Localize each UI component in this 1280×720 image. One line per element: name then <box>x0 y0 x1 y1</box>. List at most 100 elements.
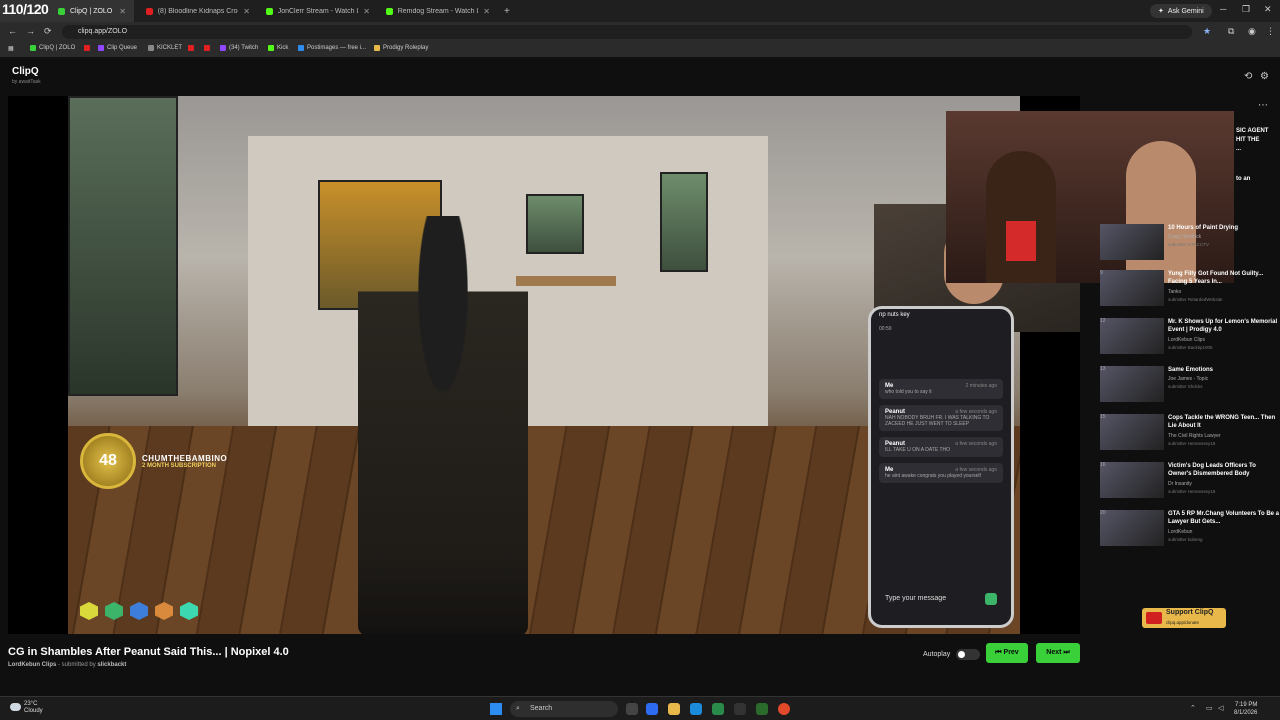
queue-item-channel: Craig Hendrick <box>1168 234 1202 240</box>
phone-spacer <box>871 337 1011 373</box>
tab-jonclerr[interactable]: JonClerr Stream - Watch Live o ✕ <box>258 0 378 22</box>
file-explorer-icon[interactable] <box>668 703 680 715</box>
queue-item[interactable]: 12 Mr. K Shows Up for Lemon's Memorial E… <box>1100 318 1280 358</box>
queue-item[interactable]: 9 Yung Filly Got Found Not Guilty... Fac… <box>1100 270 1280 310</box>
queue-item-title: Cops Tackle the WRONG Teen... Then Lie A… <box>1168 415 1276 429</box>
youtube-icon <box>188 45 194 51</box>
prev-button[interactable]: ⏮ Prev <box>986 643 1028 663</box>
bookmark-youtube[interactable] <box>84 45 90 51</box>
cloud-icon <box>10 703 21 711</box>
queue-item[interactable]: 15 Cops Tackle the WRONG Teen... Then Li… <box>1100 414 1280 454</box>
tab-label: ClipQ | ZOLO <box>70 7 113 15</box>
message-time: a few seconds ago <box>955 441 997 447</box>
tab-label: Remdog Stream - Watch Live o <box>397 7 479 15</box>
player-character <box>358 216 528 634</box>
hunger-icon <box>155 602 173 620</box>
maximize-icon[interactable]: ❐ <box>1242 4 1250 15</box>
twitch-icon <box>98 45 104 51</box>
bookmark-postimages[interactable]: Postimages — free i... <box>298 45 366 51</box>
queue-item[interactable]: 13 Same Emotions Joe James - Topic submi… <box>1100 366 1280 406</box>
youtube-favicon-icon <box>146 7 153 15</box>
bookmark-kick[interactable]: Kick <box>268 45 288 51</box>
video-channel-line: LordKebun Clips - submitted by slickback… <box>8 662 126 668</box>
settings-icon[interactable]: ⚙ <box>1260 71 1269 82</box>
weather-condition: Cloudy <box>24 708 43 714</box>
forward-icon[interactable]: → <box>26 26 35 36</box>
app-logo[interactable]: ClipQ <box>12 66 39 77</box>
more-icon[interactable]: ⋯ <box>1258 100 1268 111</box>
edge-icon[interactable] <box>690 703 702 715</box>
ask-gemini-button[interactable]: ✦ Ask Gemini <box>1150 4 1212 18</box>
tab-youtube[interactable]: (8) Bloodline Kidnaps Croc And ✕ <box>138 0 258 22</box>
volume-icon[interactable]: ◁ <box>1218 704 1223 712</box>
queue-item[interactable]: 16 Victim's Dog Leads Officers To Owner'… <box>1100 462 1280 502</box>
channel-name[interactable]: LordKebun Clips <box>8 662 56 668</box>
back-icon[interactable]: ← <box>8 26 17 36</box>
queue-item-channel: LordKebun <box>1168 529 1193 535</box>
close-icon[interactable]: ✕ <box>363 7 370 16</box>
submitted-prefix: - submitted by <box>58 662 96 668</box>
window <box>526 194 584 254</box>
bookmark-youtube-2[interactable] <box>188 45 194 51</box>
queue-item-title: Victim's Dog Leads Officers To Owner's D… <box>1168 463 1256 477</box>
video-player[interactable]: 48 CHUMTHEBAMBINO 2 MONTH SUBSCRIPTION d… <box>8 96 1080 634</box>
history-icon[interactable]: ⟲ <box>1244 71 1252 82</box>
phone-input-placeholder: Type your message <box>885 595 947 602</box>
support-clipq-button[interactable]: Support ClipQ clipq.app/donate <box>1142 608 1226 628</box>
reload-icon[interactable]: ⟳ <box>44 26 52 37</box>
profile-icon[interactable]: ◉ <box>1248 26 1256 37</box>
support-url: clipq.app/donate <box>1166 620 1200 625</box>
chrome-icon[interactable] <box>778 703 790 715</box>
queue-item-submitter: submitter GTACCTV <box>1168 242 1209 247</box>
system-clock[interactable]: 7:19 PM 8/1/2026 <box>1234 701 1257 717</box>
next-button[interactable]: Next ⏭ <box>1036 643 1080 663</box>
bookmark-kicklet[interactable]: KICKLET <box>148 45 182 51</box>
send-icon <box>985 593 997 605</box>
bookmark-prodigy[interactable]: Prodigy Roleplay <box>374 45 428 51</box>
queue-thumbnail <box>1100 462 1164 498</box>
autoplay-control: Autoplay <box>923 649 981 660</box>
queue-item-number: 13 <box>1100 366 1106 372</box>
bookmark-star-icon[interactable]: ★ <box>1203 26 1211 37</box>
bookmark-clip-queue[interactable]: Clip Queue <box>98 45 137 51</box>
new-tab-button[interactable]: + <box>496 0 518 22</box>
copilot-icon[interactable] <box>646 703 658 715</box>
bookmark-twitch[interactable]: (34) Twitch <box>220 45 258 51</box>
minimize-icon[interactable]: ─ <box>1220 4 1226 14</box>
task-view-icon[interactable] <box>626 703 638 715</box>
terminal-icon[interactable] <box>756 703 768 715</box>
bookmark-youtube-3[interactable] <box>204 45 210 51</box>
clipq-favicon-icon <box>58 7 65 15</box>
armor-icon <box>105 602 123 620</box>
capcut-icon[interactable] <box>734 703 746 715</box>
url-field[interactable]: clipq.app/ZOLO <box>62 25 1192 39</box>
thirst-icon <box>130 602 148 620</box>
message-bubble: Peanut a few seconds ago NAH NOBODY BRUH F… <box>879 405 1003 431</box>
apps-icon[interactable]: ▦ <box>8 45 14 52</box>
message-time: 2 minutes ago <box>965 383 997 389</box>
autoplay-toggle[interactable] <box>956 649 981 660</box>
extensions-icon[interactable]: ⧉ <box>1228 26 1234 37</box>
tab-remdog[interactable]: Remdog Stream - Watch Live o ✕ <box>378 0 498 22</box>
message-bubble: Me 2 minutes ago who told you to say it <box>879 379 1003 399</box>
bookmark-clipq[interactable]: ClipQ | ZOLO <box>30 45 75 51</box>
window-close-icon[interactable]: ✕ <box>1264 4 1272 15</box>
tray-chevron-icon[interactable]: ⌃ <box>1190 704 1196 712</box>
queue-item[interactable]: 10 Hours of Paint Drying Craig Hendrick … <box>1100 224 1280 264</box>
network-icon[interactable]: ▭ <box>1206 704 1213 712</box>
taskbar-search[interactable]: ⌕ Search <box>510 701 618 717</box>
window <box>68 96 178 396</box>
stamina-icon <box>180 602 198 620</box>
weather-widget[interactable]: 23°C Cloudy <box>10 701 43 715</box>
windows-start-icon[interactable] <box>490 703 502 715</box>
sub-name: CHUMTHEBAMBINO <box>142 453 228 463</box>
close-icon[interactable]: ✕ <box>483 7 490 16</box>
close-icon[interactable]: ✕ <box>119 7 126 16</box>
menu-icon[interactable]: ⋮ <box>1266 26 1275 37</box>
queue-thumbnail <box>1100 366 1164 402</box>
red-cup <box>1006 221 1036 261</box>
close-icon[interactable]: ✕ <box>243 7 250 16</box>
queue-item[interactable]: 20 GTA 5 RP Mr.Chang Volunteers To Be a … <box>1100 510 1280 550</box>
autoplay-label: Autoplay <box>923 651 951 658</box>
store-icon[interactable] <box>712 703 724 715</box>
